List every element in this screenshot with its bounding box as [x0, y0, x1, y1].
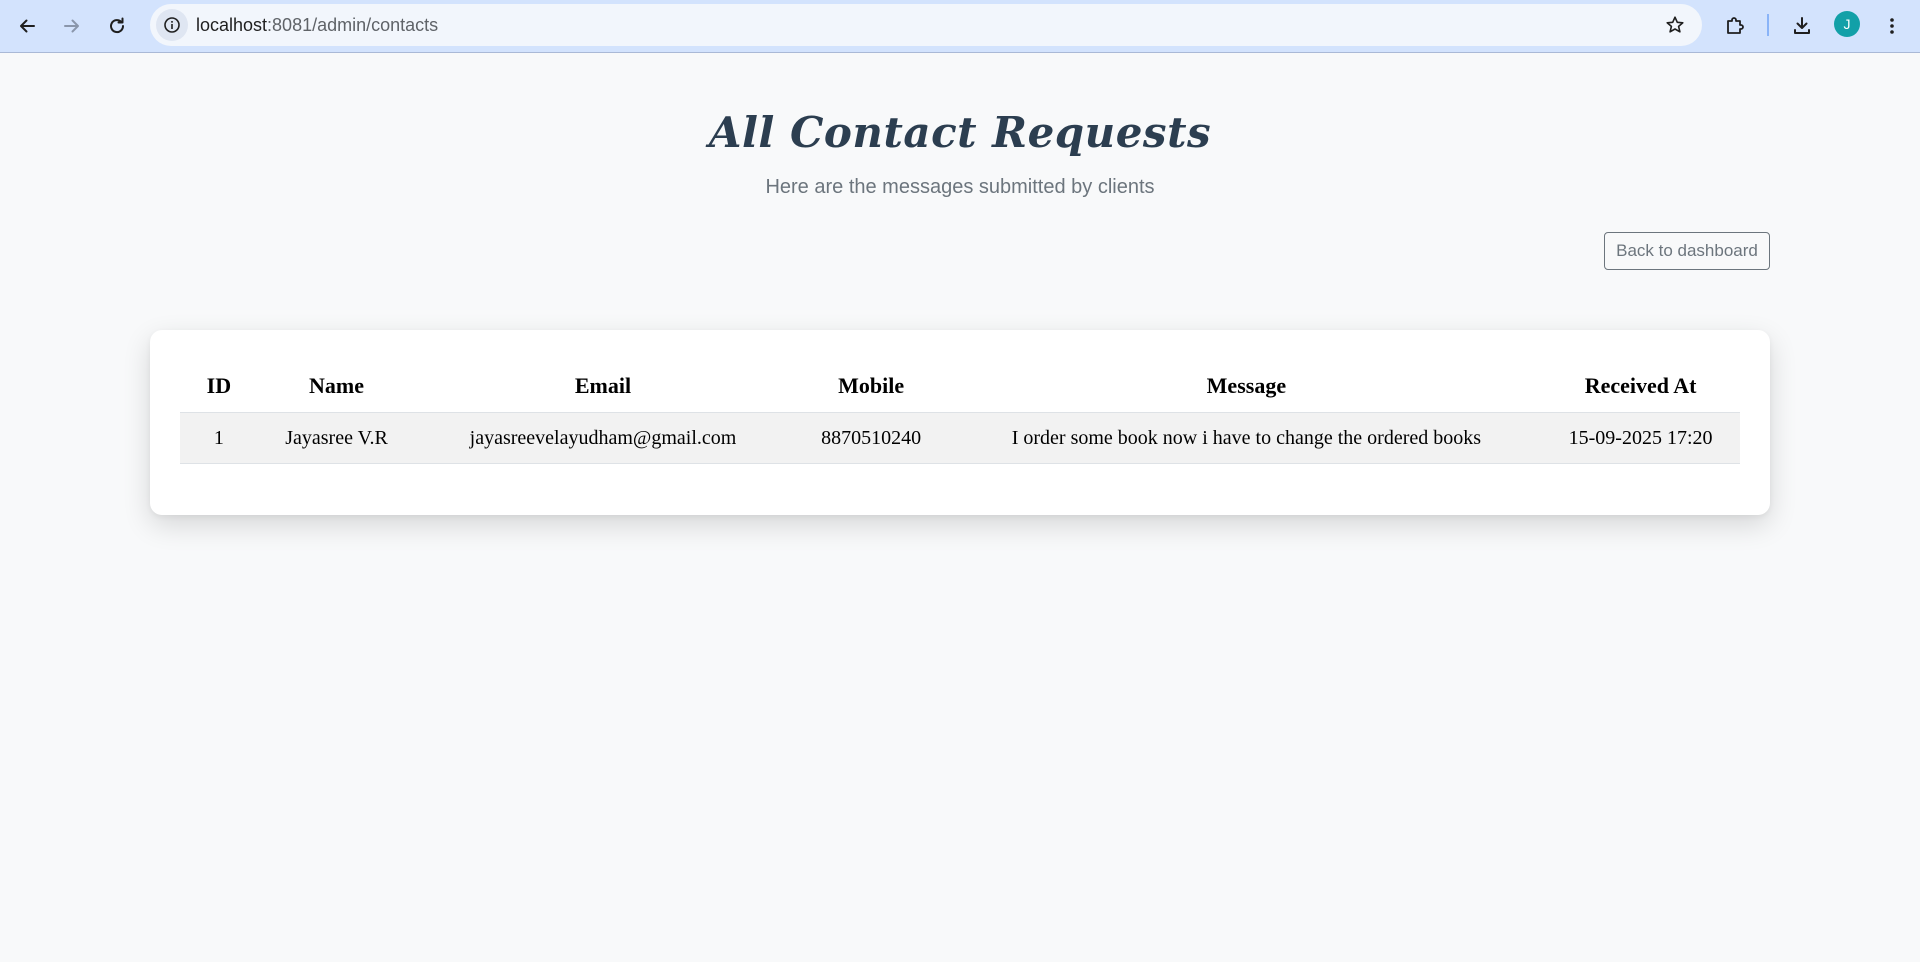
arrow-right-icon — [64, 19, 79, 33]
cell-email: jayasreevelayudham@gmail.com — [415, 412, 791, 464]
info-icon — [164, 17, 180, 33]
extensions-button[interactable] — [1717, 8, 1753, 44]
page-subtitle: Here are the messages submitted by clien… — [765, 176, 1155, 198]
contacts-card: ID Name Email Mobile Message Received At… — [150, 330, 1770, 515]
star-icon — [1666, 16, 1684, 33]
column-header-name: Name — [257, 360, 416, 413]
back-button[interactable] — [9, 8, 45, 44]
back-to-dashboard-button[interactable]: Back to dashboard — [1604, 232, 1770, 270]
column-header-email: Email — [415, 360, 791, 413]
column-header-received-at: Received At — [1541, 360, 1740, 413]
browser-toolbar: localhost:8081/admin/contacts J — [0, 0, 1920, 53]
arrow-left-icon — [20, 19, 35, 33]
download-icon — [1794, 17, 1810, 34]
more-vert-icon — [1890, 18, 1894, 34]
bookmark-button[interactable] — [1660, 10, 1690, 40]
profile-avatar[interactable]: J — [1834, 11, 1860, 37]
column-header-id: ID — [180, 360, 258, 413]
table-row: 1 Jayasree V.R jayasreevelayudham@gmail.… — [180, 412, 1740, 464]
table-header-row: ID Name Email Mobile Message Received At — [180, 360, 1740, 413]
browser-menu-button[interactable] — [1874, 8, 1910, 44]
cell-id: 1 — [180, 412, 258, 464]
cell-message: I order some book now i have to change t… — [951, 412, 1542, 464]
column-header-message: Message — [951, 360, 1542, 413]
downloads-button[interactable] — [1784, 8, 1820, 44]
reload-button[interactable] — [99, 8, 135, 44]
cell-received-at: 15-09-2025 17:20 — [1541, 412, 1740, 464]
forward-button[interactable] — [54, 8, 90, 44]
site-info-button[interactable] — [156, 9, 188, 41]
url-path: :8081/admin/contacts — [267, 15, 439, 35]
page-title: All Contact Requests — [708, 108, 1212, 157]
toolbar-divider — [1767, 14, 1769, 36]
puzzle-icon — [1727, 17, 1744, 34]
address-bar[interactable]: localhost:8081/admin/contacts — [150, 4, 1702, 46]
cell-name: Jayasree V.R — [257, 412, 416, 464]
cell-mobile: 8870510240 — [790, 412, 952, 464]
column-header-mobile: Mobile — [790, 360, 952, 413]
url-text[interactable]: localhost:8081/admin/contacts — [196, 4, 438, 46]
reload-icon — [110, 17, 125, 34]
url-host: localhost — [196, 15, 268, 35]
contacts-table: ID Name Email Mobile Message Received At… — [180, 360, 1740, 464]
